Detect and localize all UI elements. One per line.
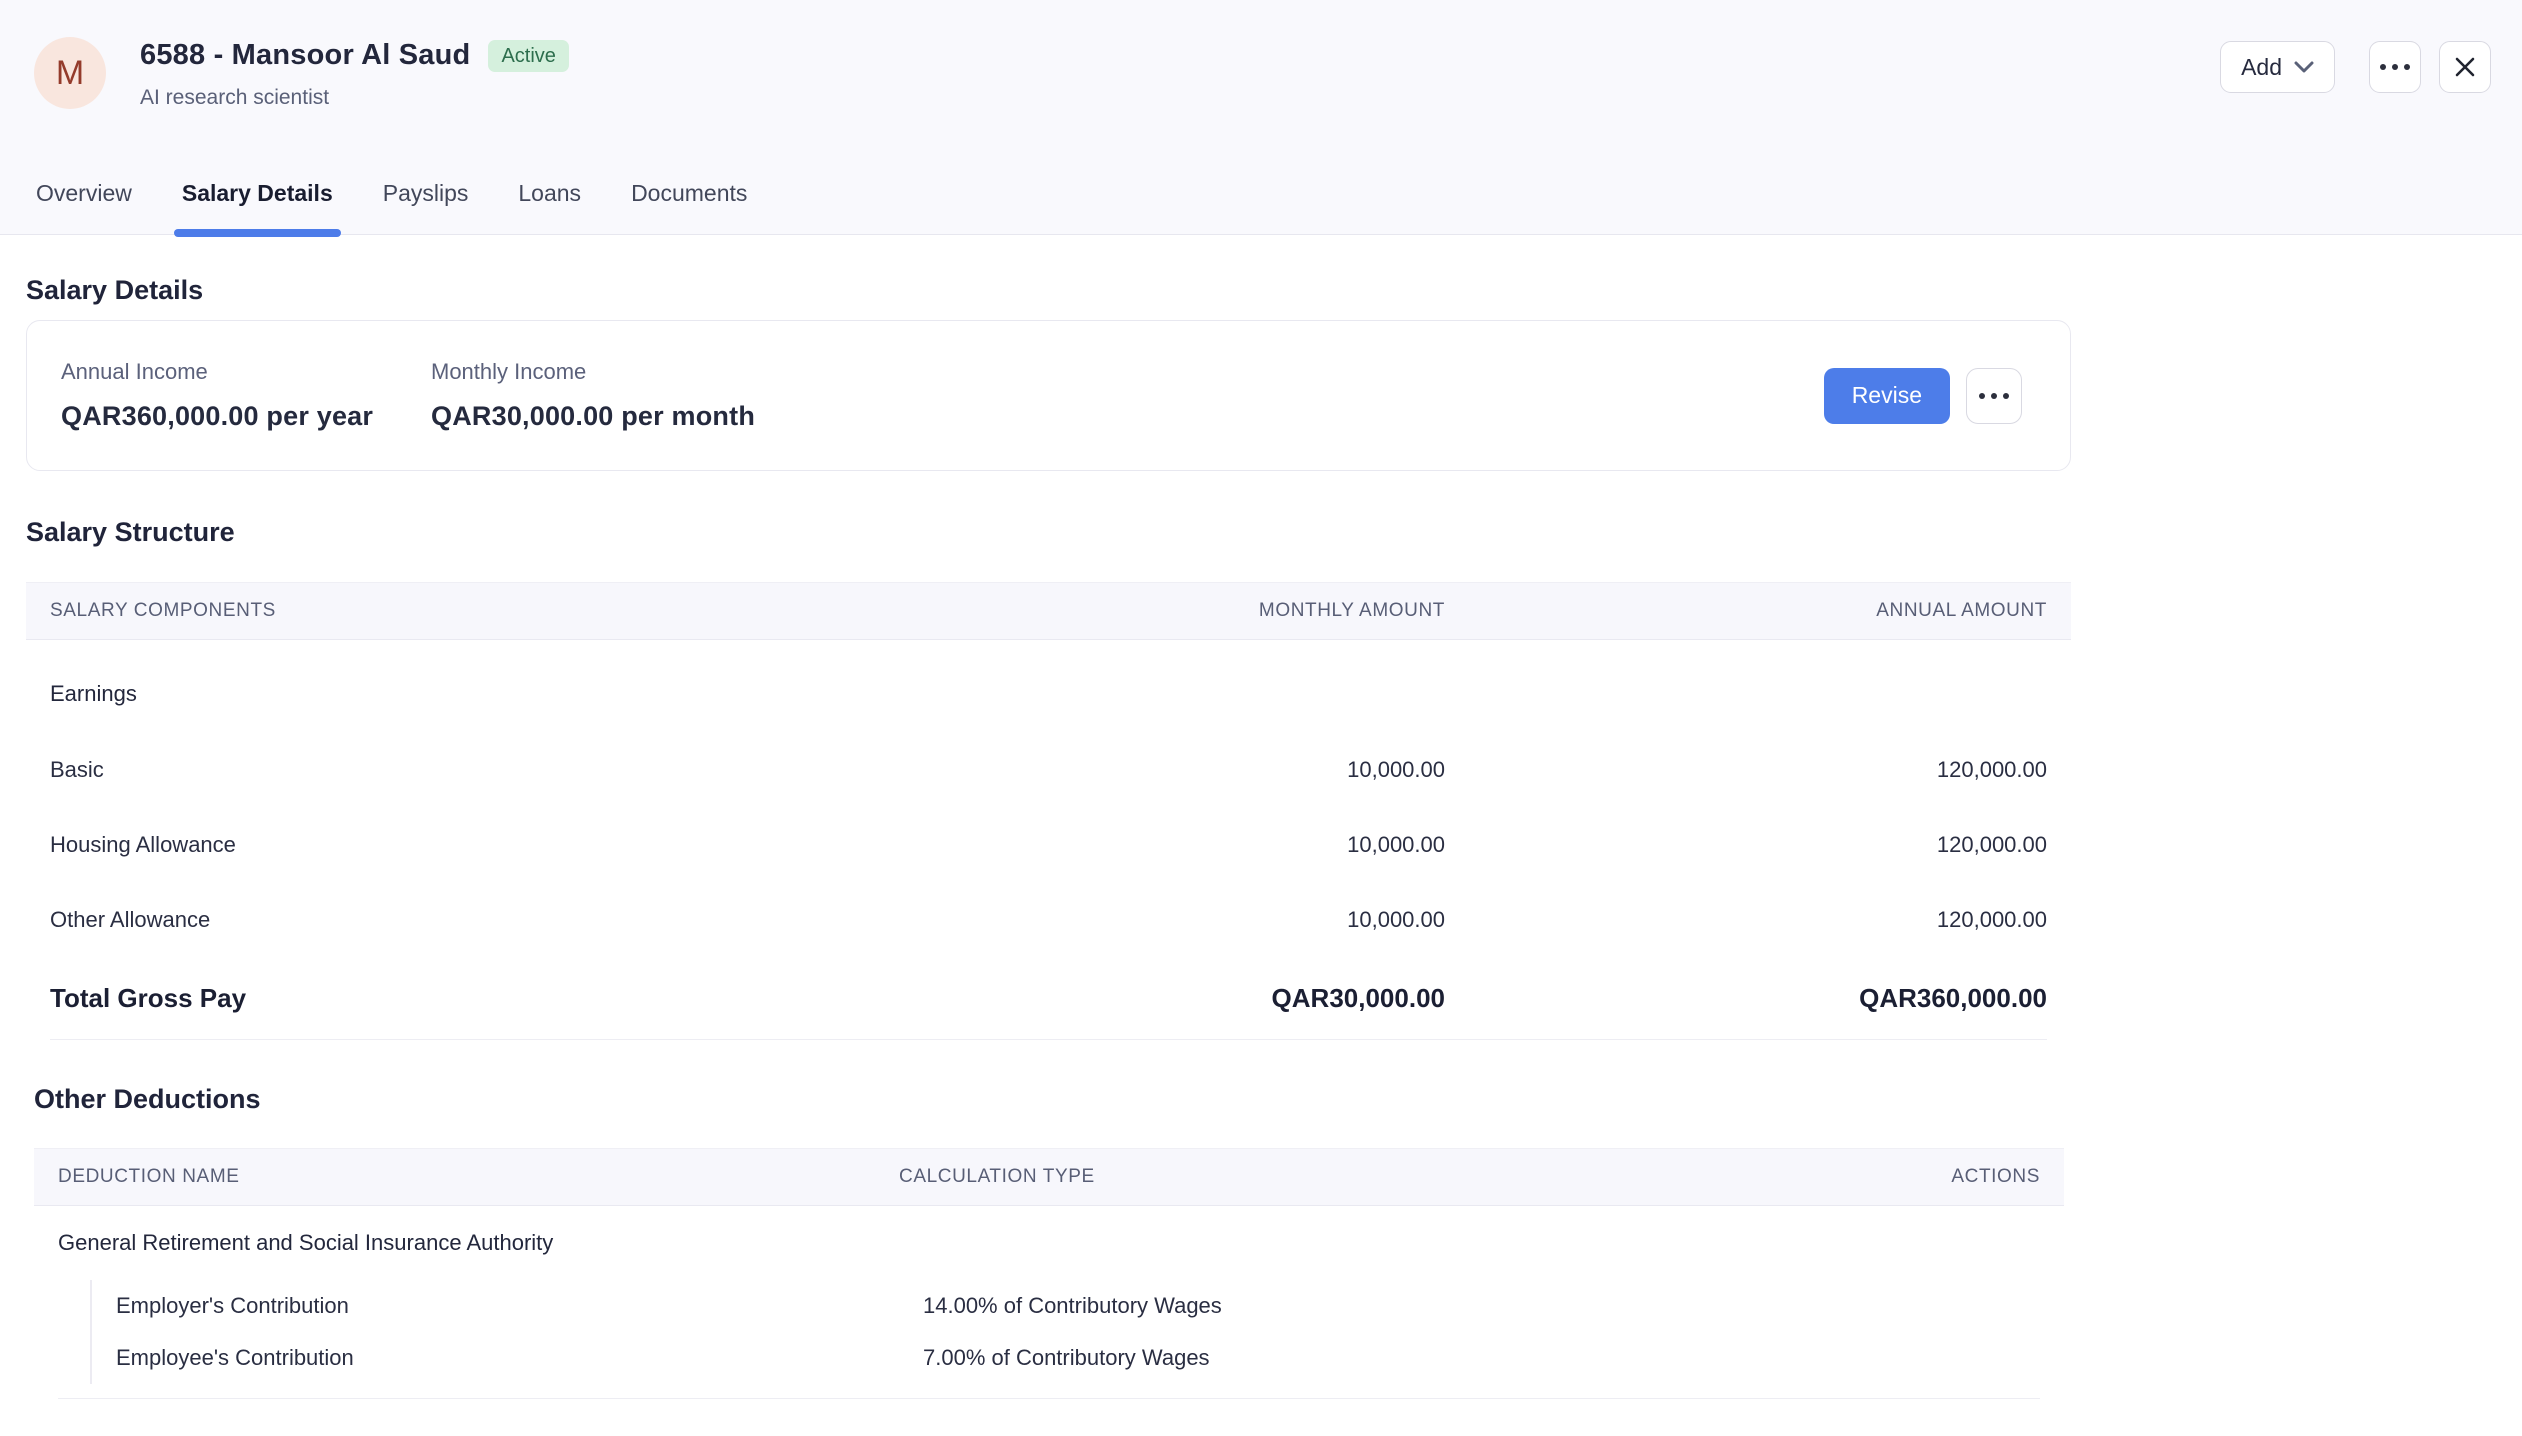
table-bottom-divider [50, 1039, 2047, 1040]
component-name: Housing Allowance [50, 832, 850, 858]
deduction-name: Employee's Contribution [116, 1345, 923, 1371]
other-deductions-heading: Other Deductions [34, 1084, 2522, 1115]
profile-row: M 6588 - Mansoor Al Saud Active AI resea… [34, 0, 2491, 110]
revise-button[interactable]: Revise [1824, 368, 1950, 424]
name-block: 6588 - Mansoor Al Saud Active AI researc… [140, 39, 569, 110]
deduction-group-row: General Retirement and Social Insurance … [34, 1206, 2064, 1280]
other-deductions-table-header: DEDUCTION NAME CALCULATION TYPE ACTIONS [34, 1148, 2064, 1206]
chevron-down-icon [2294, 61, 2314, 73]
deduction-name: Employer's Contribution [116, 1293, 923, 1319]
calculation-type: 14.00% of Contributory Wages [923, 1293, 1943, 1319]
tab-payslips[interactable]: Payslips [381, 180, 471, 234]
col-monthly-amount: MONTHLY AMOUNT [850, 600, 1445, 622]
table-bottom-divider [58, 1398, 2040, 1399]
header-more-button[interactable] [2369, 41, 2421, 93]
page-title: 6588 - Mansoor Al Saud [140, 39, 470, 72]
ellipsis-icon [2380, 64, 2410, 70]
employee-salary-screen: M 6588 - Mansoor Al Saud Active AI resea… [0, 0, 2522, 1436]
total-annual: QAR360,000.00 [1445, 983, 2047, 1014]
earnings-group-row: Earnings [26, 656, 2071, 732]
salary-structure-table-header: SALARY COMPONENTS MONTHLY AMOUNT ANNUAL … [26, 582, 2071, 640]
total-monthly: QAR30,000.00 [850, 983, 1445, 1014]
annual-income-label: Annual Income [61, 359, 431, 385]
col-actions: ACTIONS [1919, 1166, 2040, 1188]
list-item: Employer's Contribution 14.00% of Contri… [92, 1280, 2040, 1332]
other-deductions-table: DEDUCTION NAME CALCULATION TYPE ACTIONS … [34, 1148, 2064, 1399]
job-title: AI research scientist [140, 86, 569, 110]
add-button[interactable]: Add [2220, 41, 2335, 93]
income-card-actions: Revise [1824, 368, 2022, 424]
monthly-income-field: Monthly Income QAR30,000.00 per month [431, 359, 801, 432]
header-actions: Add [2220, 37, 2491, 93]
avatar: M [34, 37, 106, 109]
list-item: Employee's Contribution 7.00% of Contrib… [92, 1332, 2040, 1384]
tab-salary-details[interactable]: Salary Details [180, 180, 335, 234]
tab-overview[interactable]: Overview [34, 180, 134, 234]
salary-details-panel: Salary Details Annual Income QAR360,000.… [0, 235, 2522, 1399]
avatar-initial: M [56, 54, 84, 93]
annual-amount: 120,000.00 [1445, 757, 2047, 783]
add-button-label: Add [2241, 54, 2282, 81]
monthly-amount: 10,000.00 [850, 832, 1445, 858]
salary-structure-heading: Salary Structure [26, 517, 2522, 548]
monthly-income-value: QAR30,000.00 per month [431, 401, 801, 432]
status-badge: Active [488, 40, 568, 72]
salary-structure-rows: Earnings Basic 10,000.00 120,000.00 Hous… [26, 656, 2071, 1039]
col-annual-amount: ANNUAL AMOUNT [1445, 600, 2047, 622]
total-gross-pay-row: Total Gross Pay QAR30,000.00 QAR360,000.… [26, 957, 2071, 1039]
calculation-type: 7.00% of Contributory Wages [923, 1345, 1943, 1371]
col-calculation-type: CALCULATION TYPE [899, 1166, 1919, 1188]
income-more-button[interactable] [1966, 368, 2022, 424]
monthly-income-label: Monthly Income [431, 359, 801, 385]
annual-amount: 120,000.00 [1445, 907, 2047, 933]
total-label: Total Gross Pay [50, 983, 850, 1014]
annual-income-value: QAR360,000.00 per year [61, 401, 431, 432]
monthly-amount: 10,000.00 [850, 757, 1445, 783]
component-name: Other Allowance [50, 907, 850, 933]
table-row: Housing Allowance 10,000.00 120,000.00 [26, 807, 2071, 882]
annual-amount: 120,000.00 [1445, 832, 2047, 858]
tab-loans[interactable]: Loans [516, 180, 583, 234]
component-name: Basic [50, 757, 850, 783]
close-icon [2454, 56, 2476, 78]
annual-income-field: Annual Income QAR360,000.00 per year [61, 359, 431, 432]
tab-bar: Overview Salary Details Payslips Loans D… [34, 180, 749, 234]
ellipsis-icon [1979, 393, 2009, 399]
close-button[interactable] [2439, 41, 2491, 93]
tab-documents[interactable]: Documents [629, 180, 749, 234]
table-row: Basic 10,000.00 120,000.00 [26, 732, 2071, 807]
col-salary-components: SALARY COMPONENTS [50, 600, 850, 622]
deduction-sub-rows: Employer's Contribution 14.00% of Contri… [90, 1280, 2040, 1384]
table-row: Other Allowance 10,000.00 120,000.00 [26, 882, 2071, 957]
col-deduction-name: DEDUCTION NAME [58, 1166, 899, 1188]
income-summary-card: Annual Income QAR360,000.00 per year Mon… [26, 320, 2071, 471]
monthly-amount: 10,000.00 [850, 907, 1445, 933]
deduction-group-label: General Retirement and Social Insurance … [58, 1230, 899, 1256]
salary-structure-table: SALARY COMPONENTS MONTHLY AMOUNT ANNUAL … [26, 582, 2071, 1040]
employee-header: M 6588 - Mansoor Al Saud Active AI resea… [0, 0, 2522, 235]
salary-details-heading: Salary Details [26, 235, 2522, 306]
earnings-group-label: Earnings [50, 681, 850, 707]
